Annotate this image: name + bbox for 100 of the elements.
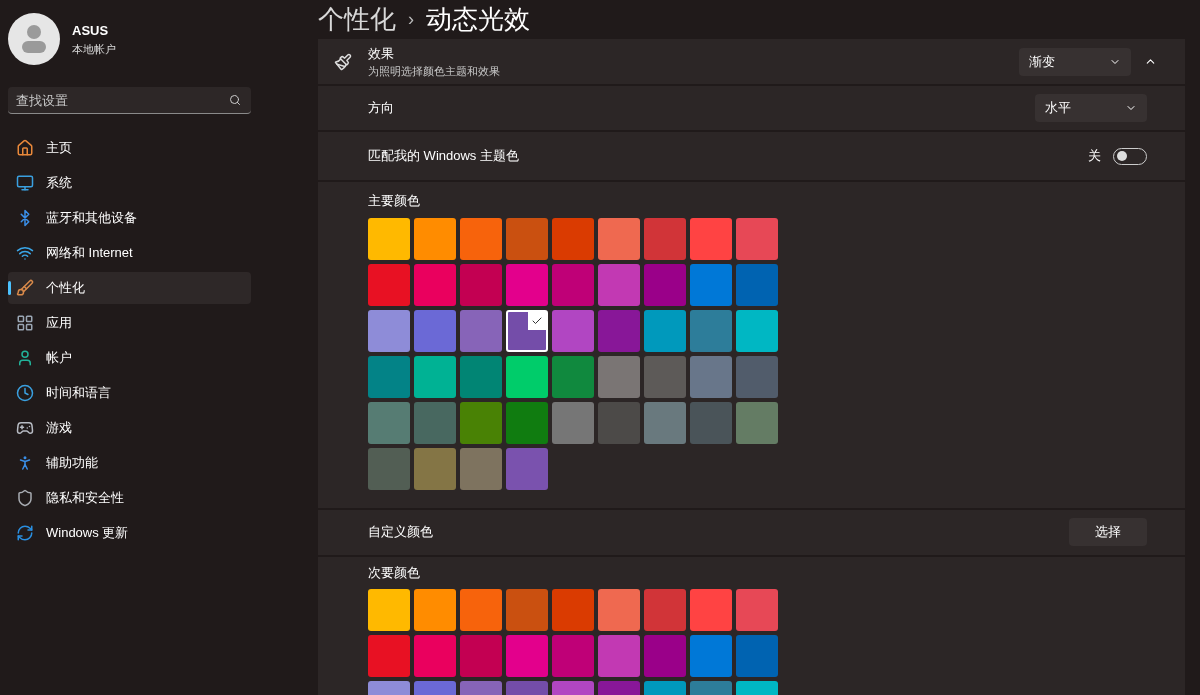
page-title: 动态光效 — [426, 3, 530, 36]
color-swatch[interactable] — [414, 635, 456, 677]
color-swatch[interactable] — [644, 589, 686, 631]
direction-dropdown[interactable]: 水平 — [1035, 94, 1147, 122]
color-swatch[interactable] — [552, 263, 594, 306]
person-icon — [16, 349, 34, 367]
color-swatch[interactable] — [368, 635, 410, 677]
avatar[interactable] — [8, 13, 60, 65]
color-swatch[interactable] — [736, 217, 778, 260]
color-swatch[interactable] — [506, 447, 548, 490]
breadcrumb-separator: › — [408, 8, 414, 31]
color-swatch[interactable] — [368, 401, 410, 444]
color-swatch[interactable] — [460, 263, 502, 306]
color-swatch[interactable] — [598, 635, 640, 677]
shield-icon — [16, 489, 34, 507]
gamepad-icon — [16, 419, 34, 437]
color-swatch[interactable] — [552, 635, 594, 677]
color-swatch[interactable] — [460, 355, 502, 398]
color-swatch[interactable] — [736, 263, 778, 306]
color-swatch[interactable] — [644, 263, 686, 306]
color-swatch[interactable] — [506, 635, 548, 677]
wifi-icon — [16, 244, 34, 262]
brush-icon — [334, 52, 352, 71]
color-swatch[interactable] — [736, 309, 778, 352]
color-swatch[interactable] — [552, 309, 594, 352]
color-swatch[interactable] — [506, 217, 548, 260]
nav-item[interactable]: Windows 更新 — [8, 517, 251, 549]
nav-item[interactable]: 个性化 — [8, 272, 251, 304]
color-swatch[interactable] — [506, 355, 548, 398]
nav-item[interactable]: 网络和 Internet — [8, 237, 251, 269]
color-swatch[interactable] — [368, 355, 410, 398]
brush-icon — [16, 279, 34, 297]
color-swatch[interactable] — [460, 635, 502, 677]
color-swatch[interactable] — [368, 589, 410, 631]
nav-item[interactable]: 应用 — [8, 307, 251, 339]
color-swatch[interactable] — [506, 263, 548, 306]
color-swatch[interactable] — [690, 635, 732, 677]
color-swatch[interactable] — [460, 217, 502, 260]
monitor-icon — [16, 174, 34, 192]
nav-item[interactable]: 系统 — [8, 167, 251, 199]
color-swatch[interactable] — [690, 263, 732, 306]
nav-item[interactable]: 隐私和安全性 — [8, 482, 251, 514]
color-swatch[interactable] — [506, 401, 548, 444]
color-swatch[interactable] — [460, 401, 502, 444]
toggle-state: 关 — [1088, 147, 1101, 166]
color-swatch[interactable] — [736, 355, 778, 398]
color-swatch[interactable] — [414, 355, 456, 398]
color-swatch[interactable] — [506, 589, 548, 631]
color-swatch[interactable] — [506, 309, 548, 352]
color-swatch[interactable] — [690, 217, 732, 260]
color-swatch[interactable] — [598, 589, 640, 631]
color-swatch[interactable] — [414, 309, 456, 352]
nav-item[interactable]: 游戏 — [8, 412, 251, 444]
person-icon — [21, 24, 47, 54]
clock-icon — [16, 384, 34, 402]
color-swatch[interactable] — [414, 217, 456, 260]
breadcrumb-parent[interactable]: 个性化 — [318, 0, 396, 39]
nav-item[interactable]: 时间和语言 — [8, 377, 251, 409]
search-field[interactable]: 查找设置 — [8, 87, 251, 114]
color-swatch[interactable] — [644, 217, 686, 260]
color-swatch[interactable] — [460, 589, 502, 631]
color-swatch[interactable] — [414, 401, 456, 444]
selection-indicator — [8, 281, 11, 295]
color-swatch[interactable] — [644, 309, 686, 352]
color-swatch[interactable] — [368, 447, 410, 490]
color-swatch[interactable] — [598, 217, 640, 260]
color-swatch[interactable] — [414, 589, 456, 631]
color-swatch[interactable] — [736, 635, 778, 677]
primary-colors-title: 主要颜色 — [368, 192, 421, 210]
nav-item[interactable]: 帐户 — [8, 342, 251, 374]
color-swatch[interactable] — [460, 447, 502, 490]
color-swatch[interactable] — [368, 263, 410, 306]
choose-button[interactable]: 选择 — [1069, 518, 1147, 546]
nav-item[interactable]: 主页 — [8, 132, 251, 164]
color-swatch[interactable] — [644, 635, 686, 677]
color-swatch[interactable] — [690, 589, 732, 631]
color-swatch[interactable] — [598, 355, 640, 398]
color-swatch[interactable] — [644, 355, 686, 398]
color-swatch[interactable] — [644, 401, 686, 444]
nav-item[interactable]: 蓝牙和其他设备 — [8, 202, 251, 234]
color-swatch[interactable] — [368, 217, 410, 260]
color-swatch[interactable] — [598, 309, 640, 352]
color-swatch[interactable] — [598, 401, 640, 444]
effect-dropdown[interactable]: 渐变 — [1019, 47, 1131, 76]
color-swatch[interactable] — [368, 309, 410, 352]
effect-title: 效果 — [368, 44, 395, 63]
color-swatch[interactable] — [552, 401, 594, 444]
color-swatch[interactable] — [736, 589, 778, 631]
color-swatch[interactable] — [460, 309, 502, 352]
color-swatch[interactable] — [414, 447, 456, 490]
nav-item[interactable]: 辅助功能 — [8, 447, 251, 479]
color-swatch[interactable] — [414, 263, 456, 306]
color-swatch[interactable] — [552, 589, 594, 631]
color-swatch[interactable] — [552, 217, 594, 260]
color-swatch[interactable] — [552, 355, 594, 398]
color-swatch[interactable] — [690, 309, 732, 352]
color-swatch[interactable] — [736, 401, 778, 444]
color-swatch[interactable] — [690, 355, 732, 398]
color-swatch[interactable] — [690, 401, 732, 444]
color-swatch[interactable] — [598, 263, 640, 306]
